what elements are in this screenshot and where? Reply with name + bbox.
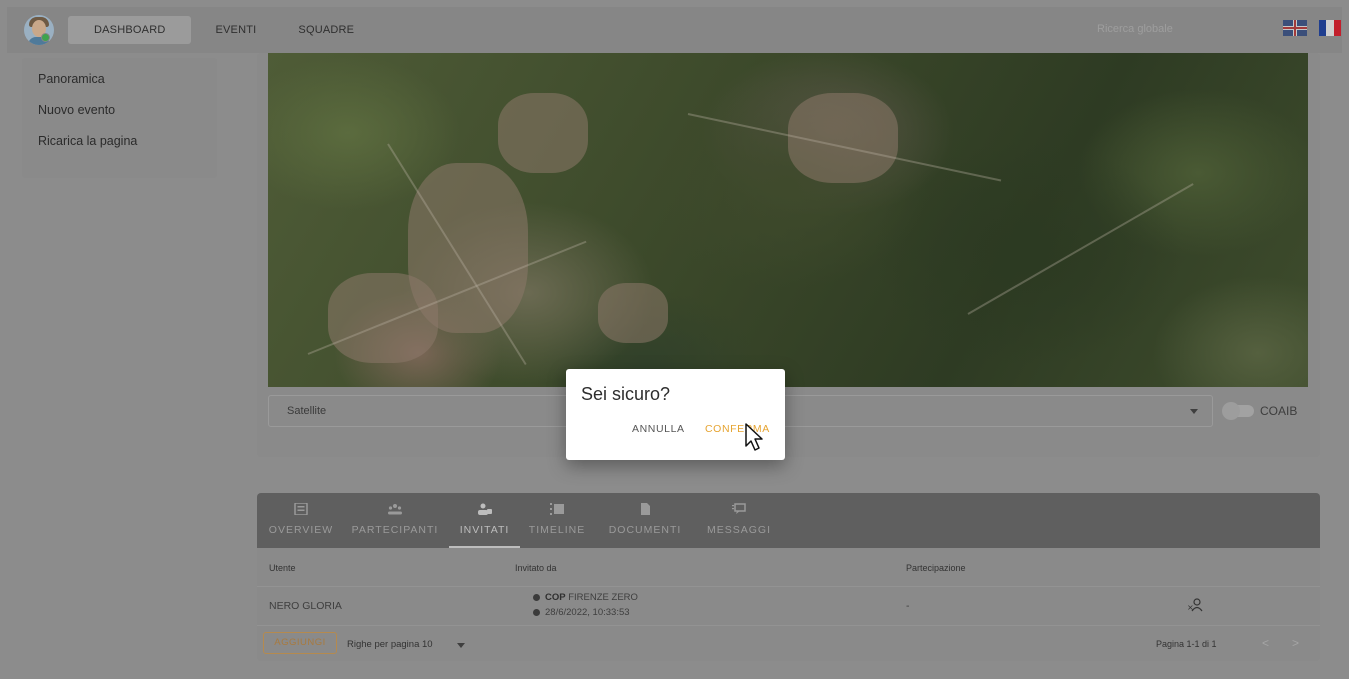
tab-label: DOCUMENTI	[608, 524, 682, 536]
satellite-map[interactable]	[268, 53, 1308, 387]
tab-label: PARTECIPANTI	[351, 524, 439, 536]
top-navigation-bar: DASHBOARD EVENTI SQUADRE Ricerca globale	[7, 7, 1342, 53]
document-icon	[641, 503, 650, 515]
clock-icon	[533, 608, 540, 616]
pagination-info: Pagina 1-1 di 1	[1156, 639, 1217, 649]
tab-partecipanti[interactable]: PARTECIPANTI	[351, 493, 439, 548]
sidebar: Panoramica Nuovo evento Ricarica la pagi…	[22, 58, 217, 178]
remove-invite-icon[interactable]: ×	[1187, 598, 1203, 612]
rows-per-page[interactable]: Righe per pagina 10	[347, 639, 433, 650]
french-flag-icon[interactable]	[1319, 20, 1341, 36]
tab-overview[interactable]: OVERVIEW	[263, 493, 339, 548]
invite-user-icon	[477, 503, 492, 515]
timeline-icon	[550, 503, 564, 515]
invitato-data: 28/6/2022, 10:33:53	[545, 607, 630, 618]
rows-per-page-value: 10	[422, 639, 433, 650]
cancel-button[interactable]: ANNULLA	[632, 423, 685, 435]
coaib-toggle-label: COAIB	[1260, 404, 1298, 418]
previous-page-button[interactable]: <	[1262, 636, 1269, 650]
invitato-da-prefix: COP	[545, 592, 566, 603]
tab-label: TIMELINE	[528, 524, 586, 536]
nav-dashboard-button[interactable]: DASHBOARD	[68, 16, 192, 44]
dialog-title: Sei sicuro?	[581, 384, 671, 404]
next-page-button[interactable]: >	[1292, 636, 1299, 650]
group-icon	[388, 504, 402, 515]
cell-invitato-da: COP FIRENZE ZERO	[533, 592, 638, 603]
map-layer-value: Satellite	[287, 405, 327, 417]
cell-partecipazione: -	[906, 600, 910, 612]
coaib-toggle[interactable]	[1222, 402, 1254, 420]
invitato-da-name: FIRENZE ZERO	[568, 592, 638, 603]
global-search-input[interactable]: Ricerca globale	[1097, 17, 1267, 41]
column-header-utente[interactable]: Utente	[269, 563, 296, 573]
user-avatar[interactable]	[24, 15, 54, 45]
sidebar-item-panoramica[interactable]: Panoramica	[22, 68, 217, 99]
tab-timeline[interactable]: TIMELINE	[521, 493, 593, 548]
mouse-pointer-icon	[745, 423, 763, 451]
tab-label: OVERVIEW	[268, 524, 334, 536]
tab-label: INVITATI	[459, 524, 510, 536]
overview-icon	[294, 503, 308, 515]
nav-eventi-button[interactable]: EVENTI	[201, 16, 270, 44]
chevron-down-icon[interactable]	[457, 643, 465, 648]
sidebar-item-nuovo-evento[interactable]: Nuovo evento	[22, 99, 217, 130]
column-header-invitato-da[interactable]: Invitato da	[515, 563, 557, 573]
message-icon	[732, 503, 746, 514]
sidebar-item-ricarica[interactable]: Ricarica la pagina	[22, 130, 217, 161]
tab-documenti[interactable]: DOCUMENTI	[601, 493, 689, 548]
add-button[interactable]: AGGIUNGI	[263, 632, 337, 654]
nav-squadre-button[interactable]: SQUADRE	[284, 16, 368, 44]
online-status-icon	[41, 33, 50, 42]
column-header-partecipazione[interactable]: Partecipazione	[906, 563, 966, 573]
tab-bar: OVERVIEW PARTECIPANTI INVITATI TIMELINE …	[257, 493, 1320, 548]
rows-per-page-label: Righe per pagina	[347, 639, 420, 650]
table-row: NERO GLORIA COP FIRENZE ZERO 28/6/2022, …	[257, 586, 1320, 626]
person-icon	[533, 593, 540, 601]
event-detail-panel: OVERVIEW PARTECIPANTI INVITATI TIMELINE …	[257, 493, 1320, 661]
tab-messaggi[interactable]: MESSAGGI	[703, 493, 775, 548]
tab-invitati[interactable]: INVITATI	[449, 493, 520, 548]
tab-label: MESSAGGI	[706, 524, 771, 536]
cell-invitato-data: 28/6/2022, 10:33:53	[533, 607, 630, 618]
cell-utente: NERO GLORIA	[269, 600, 342, 612]
chevron-down-icon	[1190, 409, 1198, 414]
english-flag-icon[interactable]	[1283, 20, 1307, 36]
